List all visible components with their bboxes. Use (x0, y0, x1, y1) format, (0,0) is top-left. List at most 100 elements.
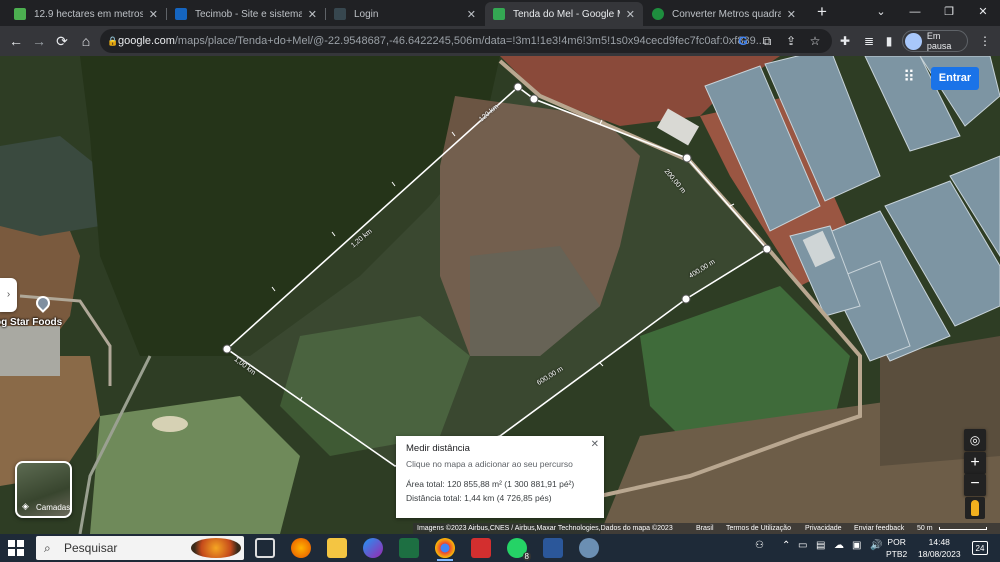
collapse-side-panel-button[interactable]: › (0, 278, 17, 312)
reading-list-icon[interactable]: ≣ (860, 32, 878, 50)
keyboard-layout: PTB2 (886, 549, 908, 559)
app-icon[interactable] (399, 538, 419, 558)
terms-link[interactable]: Termos de Utilização (726, 523, 791, 534)
tab-favicon-icon (175, 8, 187, 20)
language-code: POR (887, 537, 906, 547)
feedback-link[interactable]: Enviar feedback (854, 523, 904, 534)
file-explorer-icon[interactable] (327, 538, 347, 558)
tab-converter[interactable]: Converter Metros quadrados ✕ (644, 2, 804, 26)
privacy-link[interactable]: Privacidade (805, 523, 842, 534)
tab-hectares[interactable]: 12.9 hectares em metros qua ✕ (6, 2, 166, 26)
tab-title: Tecimob - Site e sistema para (195, 8, 302, 20)
system-clock[interactable]: 14:48 18/08/2023 (918, 536, 961, 560)
word-icon[interactable] (543, 538, 563, 558)
tab-login[interactable]: Login ✕ (326, 2, 484, 26)
measure-title: Medir distância (406, 443, 470, 454)
forward-arrow-icon[interactable]: → (29, 31, 49, 51)
acrobat-icon[interactable] (471, 538, 491, 558)
volume-icon[interactable]: 🔊 (870, 540, 882, 551)
minimize-button[interactable]: — (900, 2, 930, 22)
profile-button[interactable]: Em pausa (902, 30, 968, 52)
google-apps-icon[interactable]: ⠿ (899, 68, 919, 88)
layers-button[interactable]: ◈ Camadas (15, 461, 72, 518)
tab-title: Login (354, 8, 379, 20)
battery-icon[interactable]: ▭ (798, 540, 807, 551)
address-bar[interactable]: 🔒 google.com/maps/place/Tenda+do+Mel/@-2… (100, 29, 832, 53)
whatsapp-badge: 8 (522, 552, 531, 561)
google-lens-icon[interactable]: G (734, 32, 752, 50)
firefox-icon[interactable] (291, 538, 311, 558)
bookmark-star-icon[interactable]: ☆ (806, 32, 824, 50)
my-location-icon[interactable]: ◎ (964, 429, 986, 451)
tray-chevron-icon[interactable]: ⌃ (782, 540, 790, 551)
measure-total-distance: Distância total: 1,44 km (4 726,85 pés) (406, 493, 552, 503)
keyboard-language[interactable]: POR PTB2 (886, 536, 907, 560)
sign-in-button[interactable]: Entrar (931, 67, 979, 90)
tab-favicon-icon (334, 8, 346, 20)
tab-google-maps[interactable]: Tenda do Mel - Google Maps ✕ (485, 2, 643, 26)
tab-close-icon[interactable]: ✕ (787, 8, 796, 21)
maximize-button[interactable]: ❐ (934, 2, 964, 22)
home-icon[interactable]: ⌂ (76, 31, 96, 51)
url-path: /maps/place/Tenda+do+Mel/@-22.9548687,-4… (174, 35, 765, 47)
lock-icon: 🔒 (107, 36, 119, 46)
copilot-icon[interactable] (363, 538, 383, 558)
tab-title: 12.9 hectares em metros qua (34, 8, 143, 20)
new-tab-button[interactable]: + (812, 3, 832, 23)
install-app-icon[interactable]: ⧉ (758, 32, 776, 50)
layers-label: Camadas (36, 503, 71, 512)
measure-hint: Clique no mapa a adicionar ao seu percur… (406, 459, 573, 469)
zoom-out-button[interactable]: − (964, 474, 986, 496)
windows-taskbar: ⌕ Pesquisar 8 ⚇ ⌃ ▭ ▤ ☁ ▣ 🔊 POR PTB2 14:… (0, 534, 1000, 562)
scale-bar (939, 527, 987, 530)
taskbar-search-box[interactable]: ⌕ Pesquisar (36, 536, 244, 560)
browser-toolbar: ← → ⟳ ⌂ 🔒 google.com/maps/place/Tenda+do… (0, 26, 1000, 56)
side-panel-icon[interactable]: ▮ (880, 32, 898, 50)
measure-distance-card: Medir distância Clique no mapa a adicion… (396, 436, 604, 518)
clock-date: 18/08/2023 (918, 549, 961, 559)
back-arrow-icon[interactable]: ← (6, 31, 26, 51)
chrome-icon[interactable] (435, 538, 455, 561)
task-view-icon[interactable] (255, 538, 275, 558)
place-label[interactable]: og Star Foods (0, 317, 62, 328)
tab-close-icon[interactable]: ✕ (626, 8, 635, 21)
tab-search-dropdown-icon[interactable]: ⌄ (866, 2, 896, 22)
windows-start-icon[interactable] (8, 540, 24, 556)
extensions-icon[interactable]: ✚ (836, 32, 854, 50)
tab-tecimob[interactable]: Tecimob - Site e sistema para ✕ (167, 2, 325, 26)
url-host: google.com (118, 35, 175, 47)
app-icon[interactable] (579, 538, 599, 558)
satellite-map[interactable]: 120 km 1,20 km 200,00 m 400,00 m 600,00 m 1,0… (0, 56, 1000, 534)
share-icon[interactable]: ⇪ (782, 32, 800, 50)
network-icon[interactable]: ▤ (816, 540, 825, 551)
tab-favicon-icon (652, 8, 664, 20)
tab-close-icon[interactable]: ✕ (308, 8, 317, 21)
notification-center-icon[interactable]: 24 (972, 541, 988, 555)
display-icon[interactable]: ▣ (852, 540, 861, 551)
imagery-credit: Imagens ©2023 Airbus,CNES / Airbus,Maxar… (417, 525, 673, 532)
clock-time: 14:48 (928, 537, 950, 547)
tab-close-icon[interactable]: ✕ (467, 8, 476, 21)
tab-title: Tenda do Mel - Google Maps (513, 8, 620, 20)
browser-tab-strip: 12.9 hectares em metros qua ✕ Tecimob - … (0, 0, 1000, 26)
country-link[interactable]: Brasil (696, 523, 714, 534)
zoom-in-button[interactable]: + (964, 452, 986, 474)
avatar (905, 32, 922, 50)
menu-kebab-icon[interactable]: ⋮ (976, 32, 994, 50)
map-attribution-bar: Imagens ©2023 Airbus,CNES / Airbus,Maxar… (413, 523, 1000, 534)
search-highlight-image (191, 538, 241, 558)
layers-icon: ◈ (22, 501, 29, 511)
people-icon[interactable]: ⚇ (755, 540, 764, 551)
onedrive-icon[interactable]: ☁ (834, 540, 844, 551)
profile-status-label: Em pausa (926, 31, 952, 51)
close-icon[interactable]: ✕ (591, 439, 599, 450)
measure-total-area: Área total: 120 855,88 m² (1 300 881,91 … (406, 479, 575, 489)
tab-favicon-icon (493, 8, 505, 20)
close-window-button[interactable]: ✕ (968, 2, 998, 22)
search-icon: ⌕ (44, 541, 51, 555)
reload-icon[interactable]: ⟳ (52, 31, 72, 51)
tab-close-icon[interactable]: ✕ (149, 8, 158, 21)
street-view-pegman-icon[interactable] (965, 497, 985, 519)
scale-label[interactable]: 50 m (917, 523, 933, 534)
whatsapp-icon[interactable]: 8 (507, 538, 531, 561)
